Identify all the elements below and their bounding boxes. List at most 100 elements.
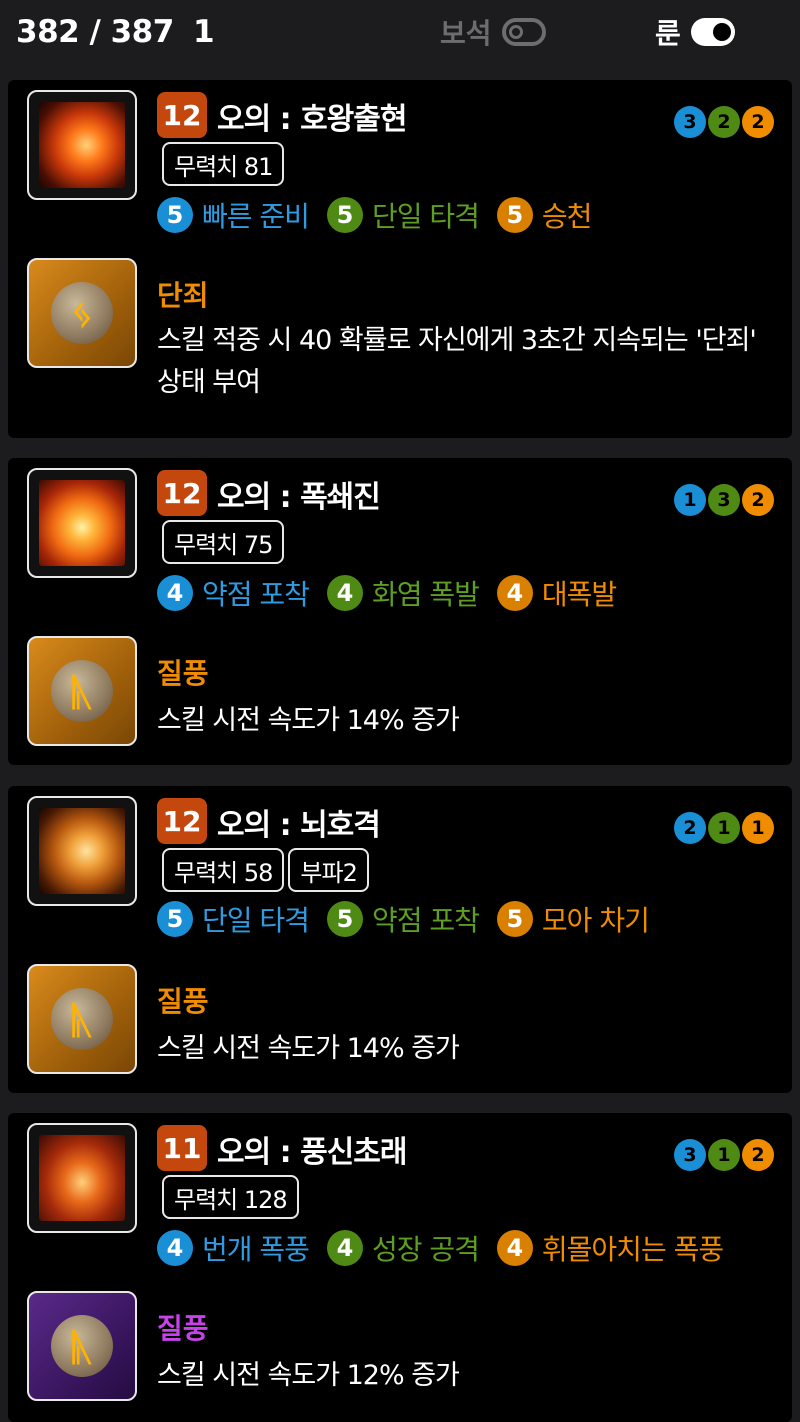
tripod-name: 약점 포착: [371, 904, 480, 937]
tripod-level: 4: [157, 575, 193, 611]
tripod-name: 휘몰아치는 폭풍: [541, 1233, 724, 1266]
skill-card[interactable]: 12 오의 : 호왕출현 3 2 2 무력치 81 5 빠른 준비 5 단일 타…: [8, 80, 792, 438]
rune-toggle-group[interactable]: 룬: [655, 12, 735, 52]
tripod-3: 4 대폭발: [496, 573, 617, 613]
top-status-bar: 382 / 387 1 보석 룬: [0, 0, 800, 72]
tripod-name: 약점 포착: [202, 578, 310, 611]
skill-level-badge: 12: [157, 470, 207, 516]
skill-tags: 무력치 58 부파2: [162, 848, 369, 892]
rune-toggle-switch[interactable]: [690, 18, 735, 46]
rune-name: 질풍: [157, 657, 209, 690]
gem-dot-orange: 2: [742, 106, 774, 138]
fire-tiger-skill-icon: [39, 102, 125, 188]
gem-dot-green: 1: [708, 1139, 740, 1171]
skill-icon-frame: [27, 468, 137, 578]
tripod-2: 5 약점 포착: [326, 899, 480, 939]
gem-dot-blue: 3: [674, 106, 706, 138]
gem-dot-green: 1: [708, 812, 740, 844]
gem-dot-blue: 3: [674, 1139, 706, 1171]
skill-name: 오의 : 뇌호격: [217, 808, 381, 843]
skill-name: 오의 : 폭쇄진: [217, 480, 381, 515]
tripod-level: 4: [326, 575, 363, 611]
tripod-level: 5: [496, 901, 533, 937]
gem-dots: 3 2 2: [674, 106, 774, 138]
skill-tags: 무력치 75: [162, 520, 285, 564]
rune-icon-frame: ᚣ: [27, 964, 137, 1074]
rune-toggle-knob: [712, 23, 731, 41]
rune-description: 스킬 시전 속도가 14% 증가: [157, 1033, 460, 1064]
tripod-name: 화염 폭발: [371, 578, 480, 611]
tripod-level: 4: [496, 575, 533, 611]
tripod-level: 5: [496, 197, 533, 233]
tripod-name: 단일 타격: [202, 904, 310, 937]
tripod-row: 4 약점 포착 4 화염 폭발 4 대폭발: [157, 573, 634, 613]
tripod-level: 4: [496, 1230, 533, 1266]
rune-name: 질풍: [157, 985, 209, 1018]
skill-icon-frame: [27, 1123, 137, 1233]
skill-level-badge: 12: [157, 92, 207, 138]
rune-gale-icon: ᚣ: [51, 660, 113, 722]
skill-tags: 무력치 81: [162, 142, 285, 186]
tripod-2: 4 성장 공격: [326, 1228, 480, 1268]
tripod-3: 5 승천: [496, 195, 592, 235]
tripod-name: 단일 타격: [371, 200, 480, 233]
gem-dots: 3 1 2: [674, 1139, 774, 1171]
rune-gale-icon: ᚣ: [51, 988, 113, 1050]
skill-card[interactable]: 11 오의 : 풍신초래 3 1 2 무력치 128 4 번개 폭풍 4 성장 …: [8, 1113, 792, 1422]
skill-icon-frame: [27, 90, 137, 200]
tripod-level: 4: [326, 1230, 363, 1266]
explosion-skill-icon: [39, 480, 125, 566]
skill-name: 오의 : 풍신초래: [217, 1135, 407, 1170]
tripod-name: 대폭발: [541, 578, 617, 611]
gem-dot-blue: 2: [674, 812, 706, 844]
stagger-tag: 무력치 58: [162, 848, 285, 892]
skill-icon-frame: [27, 796, 137, 906]
rune-icon-frame: ᚣ: [27, 636, 137, 746]
gem-toggle-group[interactable]: 보석: [440, 12, 546, 52]
tripod-2: 4 화염 폭발: [326, 573, 480, 613]
skill-level-badge: 11: [157, 1125, 207, 1171]
gem-dot-orange: 2: [742, 1139, 774, 1171]
tripod-3: 5 모아 차기: [496, 899, 650, 939]
rune-name: 질풍: [157, 1312, 209, 1345]
destruction-tag: 부파2: [288, 848, 369, 892]
tripod-1: 5 단일 타격: [157, 899, 310, 939]
tripod-2: 5 단일 타격: [326, 195, 480, 235]
skill-point-count: 382 / 387: [16, 14, 174, 50]
tripod-1: 4 약점 포착: [157, 573, 310, 613]
tripod-3: 4 휘몰아치는 폭풍: [496, 1228, 724, 1268]
rune-name: 단죄: [157, 279, 209, 312]
skill-level-badge: 12: [157, 798, 207, 844]
skill-point-extra: 1: [193, 14, 215, 50]
stagger-tag: 무력치 128: [162, 1175, 299, 1219]
tripod-name: 빠른 준비: [202, 200, 310, 233]
skill-card[interactable]: 12 오의 : 뇌호격 2 1 1 무력치 58 부파2 5 단일 타격 5 약…: [8, 786, 792, 1093]
tripod-row: 5 빠른 준비 5 단일 타격 5 승천: [157, 195, 609, 235]
skill-tags: 무력치 128: [162, 1175, 299, 1219]
gem-toggle-knob: [508, 25, 523, 39]
rune-toggle-label: 룬: [655, 17, 681, 50]
rune-icon-frame: ᛃ: [27, 258, 137, 368]
gem-dot-green: 2: [708, 106, 740, 138]
tripod-row: 5 단일 타격 5 약점 포착 5 모아 차기: [157, 899, 667, 939]
tornado-skill-icon: [39, 1135, 125, 1221]
tripod-level: 5: [326, 197, 363, 233]
tripod-row: 4 번개 폭풍 4 성장 공격 4 휘몰아치는 폭풍: [157, 1228, 741, 1268]
gem-toggle-switch[interactable]: [501, 18, 546, 46]
tripod-level: 4: [157, 1230, 193, 1266]
gem-dots: 1 3 2: [674, 484, 774, 516]
tripod-1: 4 번개 폭풍: [157, 1228, 310, 1268]
gem-toggle-label: 보석: [440, 17, 492, 50]
skill-name: 오의 : 호왕출현: [217, 102, 407, 137]
stagger-tag: 무력치 81: [162, 142, 285, 186]
rune-gale-icon: ᚣ: [51, 1315, 113, 1377]
gem-dot-green: 3: [708, 484, 740, 516]
rune-description: 스킬 적중 시 40 확률로 자신에게 3초간 지속되는 '단죄' 상태 부여: [157, 325, 757, 398]
skill-card[interactable]: 12 오의 : 폭쇄진 1 3 2 무력치 75 4 약점 포착 4 화염 폭발…: [8, 458, 792, 765]
gem-dot-blue: 1: [674, 484, 706, 516]
rune-icon-frame: ᚣ: [27, 1291, 137, 1401]
tripod-level: 5: [157, 197, 193, 233]
stagger-tag: 무력치 75: [162, 520, 285, 564]
rune-description: 스킬 시전 속도가 14% 증가: [157, 705, 460, 736]
gem-dot-orange: 2: [742, 484, 774, 516]
